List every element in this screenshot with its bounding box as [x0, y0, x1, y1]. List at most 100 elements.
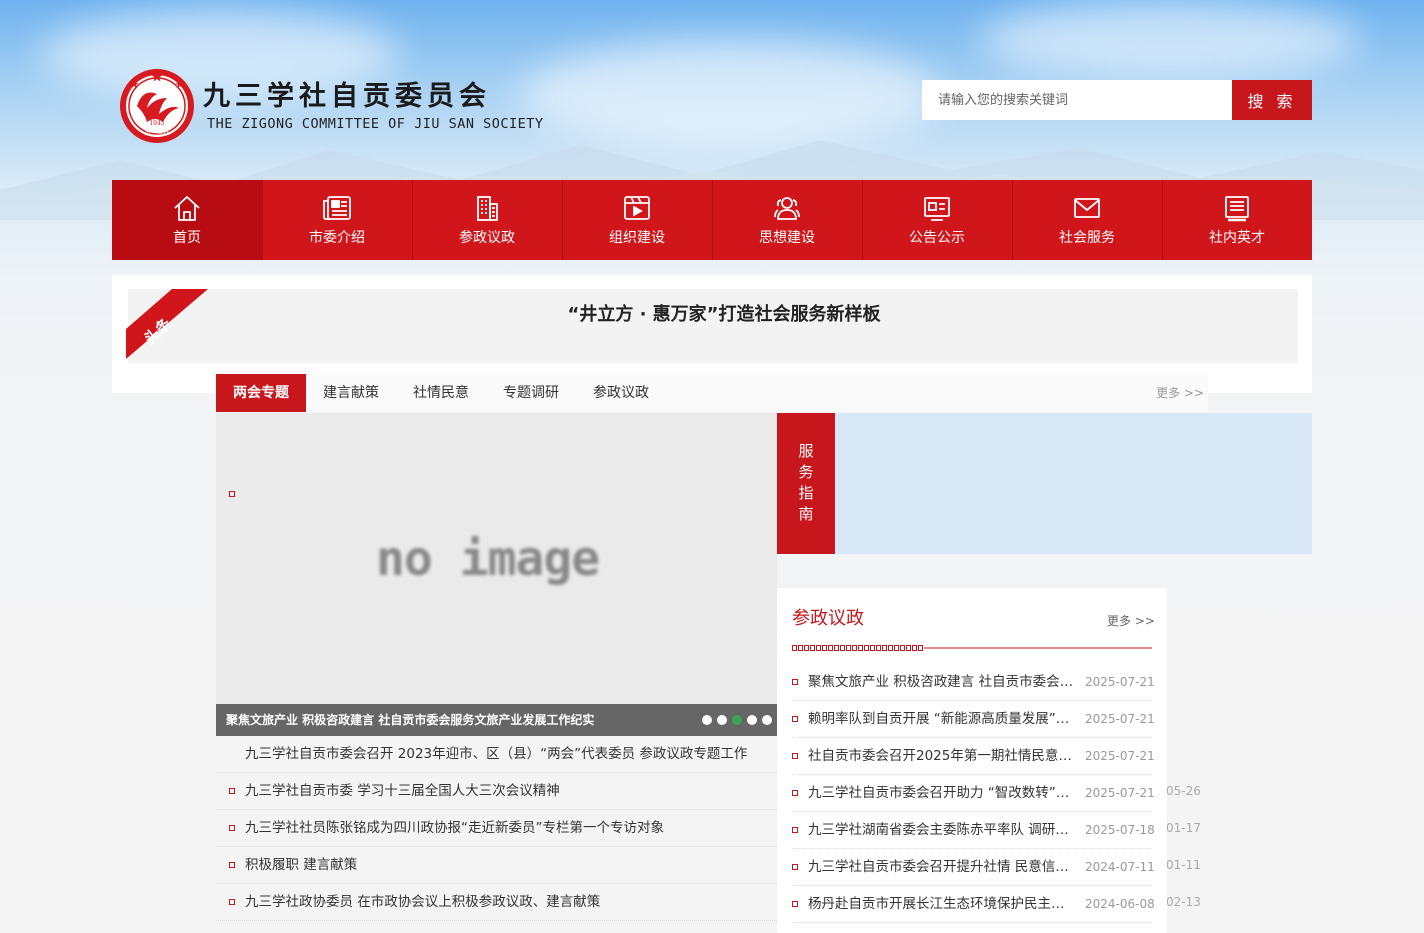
nav-label: 社内英才: [1209, 230, 1265, 246]
title-underline: [792, 645, 1152, 651]
news-title[interactable]: 社自贡市委会召开2025年第一期社情民意信息工作会: [808, 738, 1074, 774]
list-item[interactable]: 九三学社自贡市委会召开助力 “智改数转”座谈会 2025-07-21: [792, 775, 1155, 812]
news-title[interactable]: 九三学社湖南省委会主委陈赤平率队 调研自贡: [808, 812, 1074, 848]
news-title[interactable]: 九三学社政协委员 在市政协会议上积极参政议政、建言献策: [245, 884, 600, 920]
list-item[interactable]: 聚焦文旅产业 积极咨政建言 社自贡市委会服务文旅产业发展工作纪实 2025-07…: [792, 664, 1155, 701]
list-item[interactable]: 杨丹赴自贡市开展长江生态环境保护民主监督调研 2024-06-08: [792, 886, 1155, 923]
slider-dot-active[interactable]: [732, 715, 742, 725]
main-navigation: 首页 市委介绍 参政议政 组织建设 思想建设 公告公示 社会服务 社内英才: [112, 180, 1312, 260]
panel-title: 参政议政: [792, 608, 864, 629]
users-icon: [774, 197, 800, 220]
video-icon: [624, 196, 650, 220]
nav-label: 组织建设: [609, 230, 665, 246]
nav-item-organization[interactable]: 组织建设: [562, 180, 712, 260]
list-item[interactable]: 九三学社自贡市委会召开 2023年迎市、区（县）“两会”代表委员 参政议政专题工…: [216, 736, 777, 773]
tab-political-participation[interactable]: 参政议政: [576, 374, 666, 412]
news-date: 2024-07-11: [1085, 860, 1155, 874]
nav-item-talents[interactable]: 社内英才: [1162, 180, 1312, 260]
nav-label: 社会服务: [1059, 230, 1115, 246]
nav-item-committee-intro[interactable]: 市委介绍: [262, 180, 412, 260]
slider-dot[interactable]: [702, 715, 712, 725]
search-box: 搜 索: [922, 80, 1312, 120]
site-logo[interactable]: 1945 九三学社 九三学社自贡委员会 THE ZIGONG COMMITTEE…: [119, 68, 543, 144]
mail-icon: [1074, 198, 1100, 218]
political-participation-panel: 参政议政 更多 >> 聚焦文旅产业 积极咨政建言 社自贡市委会服务文旅产业发展工…: [777, 588, 1167, 933]
slider-dot[interactable]: [747, 715, 757, 725]
news-date: 2024-06-08: [1085, 897, 1155, 911]
news-date: 2025-07-21: [1085, 712, 1155, 726]
document-icon: [1225, 196, 1249, 222]
news-date: 2025-07-21: [1085, 749, 1155, 763]
news-title[interactable]: 赖明率队到自贡开展 “新能源高质量发展”专题调研: [808, 701, 1074, 737]
service-guide-char: 务: [798, 463, 814, 481]
news-date: 01-17: [1166, 821, 1201, 835]
service-guide-panel[interactable]: 服务指南: [777, 413, 1312, 554]
bullet-icon: [229, 788, 235, 794]
bullet-icon: [792, 716, 798, 722]
image-slider[interactable]: no image 聚焦文旅产业 积极咨政建言 社自贡市委会服务文旅产业发展工作纪…: [216, 413, 777, 736]
news-title[interactable]: 九三学社自贡市委会召开 2023年迎市、区（县）“两会”代表委员 参政议政专题工…: [245, 736, 747, 772]
bullet-icon: [229, 825, 235, 831]
list-item[interactable]: 九三学社社员陈张铭成为四川政协报“走近新委员”专栏第一个专访对象 01-17: [216, 810, 1201, 847]
bullet-icon: [229, 491, 235, 497]
tab-public-opinion[interactable]: 社情民意: [396, 374, 486, 412]
list-item[interactable]: 积极履职 建言献策 01-11: [216, 847, 1201, 884]
bullet-icon: [792, 753, 798, 759]
nav-label: 思想建设: [759, 230, 815, 246]
news-title[interactable]: 九三学社自贡市委 学习十三届全国人大三次会议精神: [245, 773, 560, 809]
tab-research[interactable]: 专题调研: [486, 374, 576, 412]
news-title[interactable]: 九三学社自贡市委会召开助力 “智改数转”座谈会: [808, 775, 1074, 811]
slider-dot[interactable]: [762, 715, 772, 725]
news-date: 2025-07-21: [1085, 675, 1155, 689]
svg-text:1945: 1945: [149, 120, 164, 127]
slider-caption[interactable]: 聚焦文旅产业 积极咨政建言 社自贡市委会服务文旅产业发展工作纪实: [226, 704, 594, 736]
no-image-placeholder: no image: [376, 531, 600, 587]
jiusan-emblem-icon: 1945 九三学社: [120, 69, 194, 143]
search-button[interactable]: 搜 索: [1232, 80, 1312, 120]
news-tabs: 两会专题 建言献策 社情民意 专题调研 参政议政 更多 >>: [216, 374, 1208, 412]
notice-board-icon: [924, 197, 950, 221]
bullet-icon: [229, 899, 235, 905]
list-item[interactable]: 九三学社自贡市委会召开提升社情 民意信息质量座谈会 2024-07-11: [792, 849, 1155, 886]
nav-item-social-service[interactable]: 社会服务: [1012, 180, 1162, 260]
list-item[interactable]: 社自贡市委会召开2025年第一期社情民意信息工作会 2025-07-21: [792, 738, 1155, 775]
nav-item-political-participation[interactable]: 参政议政: [412, 180, 562, 260]
news-date: 2025-07-18: [1085, 823, 1155, 837]
news-date: 05-26: [1166, 784, 1201, 798]
list-item[interactable]: 赖明率队到自贡开展 “新能源高质量发展”专题调研 2025-07-21: [792, 701, 1155, 738]
site-subtitle: THE ZIGONG COMMITTEE OF JIU SAN SOCIETY: [207, 116, 544, 132]
news-date: 02-13: [1166, 895, 1201, 909]
nav-item-announcements[interactable]: 公告公示: [862, 180, 1012, 260]
background-cloud: [980, 0, 1360, 80]
bullet-icon: [792, 901, 798, 907]
panel-more-link[interactable]: 更多 >>: [1107, 612, 1155, 629]
tabs-more-link[interactable]: 更多 >>: [1156, 374, 1208, 412]
svg-text:九三学社: 九三学社: [145, 129, 169, 137]
news-date: 2025-07-21: [1085, 786, 1155, 800]
service-guide-label: 服务指南: [777, 413, 835, 554]
news-title[interactable]: 聚焦文旅产业 积极咨政建言 社自贡市委会服务文旅产业发展工作纪实: [808, 664, 1074, 700]
slider-dot[interactable]: [717, 715, 727, 725]
tab-suggestions[interactable]: 建言献策: [306, 374, 396, 412]
bullet-icon: [792, 827, 798, 833]
list-item[interactable]: 九三学社自贡市委 学习十三届全国人大三次会议精神 05-26: [216, 773, 1201, 810]
news-date: 01-11: [1166, 858, 1201, 872]
nav-label: 首页: [173, 230, 201, 246]
nav-item-ideology[interactable]: 思想建设: [712, 180, 862, 260]
bullet-icon: [792, 864, 798, 870]
site-title: 九三学社自贡委员会: [203, 81, 491, 112]
news-title[interactable]: 九三学社自贡市委会召开提升社情 民意信息质量座谈会: [808, 849, 1074, 885]
headline-title[interactable]: “井立方 · 惠万家”打造社会服务新样板: [112, 275, 1312, 355]
bullet-icon: [792, 679, 798, 685]
news-title[interactable]: 九三学社社员陈张铭成为四川政协报“走近新委员”专栏第一个专访对象: [245, 810, 664, 846]
nav-label: 公告公示: [909, 230, 965, 246]
building-icon: [477, 196, 498, 221]
search-input[interactable]: [922, 80, 1232, 120]
bullet-icon: [229, 862, 235, 868]
list-item[interactable]: 九三学社政协委员 在市政协会议上积极参政议政、建言献策 02-13: [216, 884, 1201, 921]
news-title[interactable]: 杨丹赴自贡市开展长江生态环境保护民主监督调研: [808, 886, 1074, 922]
news-title[interactable]: 积极履职 建言献策: [245, 847, 357, 883]
tab-two-sessions[interactable]: 两会专题: [216, 374, 306, 412]
list-item[interactable]: 九三学社湖南省委会主委陈赤平率队 调研自贡 2025-07-18: [792, 812, 1155, 849]
nav-item-home[interactable]: 首页: [112, 180, 262, 260]
